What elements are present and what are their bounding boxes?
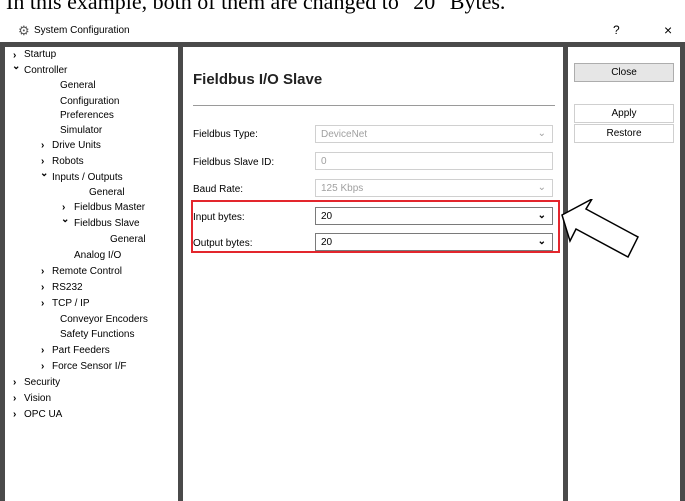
chevron-right-icon[interactable]: › [41,156,44,168]
close-window-button[interactable]: × [664,22,672,38]
callout-arrow-icon [561,199,639,259]
window-title: System Configuration [34,25,130,36]
tree-item-security[interactable]: Security [24,377,60,389]
fieldbus-type-label: Fieldbus Type: [193,129,258,140]
chevron-right-icon[interactable]: › [41,298,44,310]
help-button[interactable]: ? [613,23,620,37]
tree-item-part-feeders[interactable]: Part Feeders [52,345,110,357]
chevron-down-icon: ⌄ [537,128,546,139]
tree-item-conveyor-encoders[interactable]: Conveyor Encoders [60,314,148,326]
tree-item-simulator[interactable]: Simulator [60,125,102,137]
caption-text: In this example, both of them are change… [6,0,506,14]
tree-item-fieldbus-slave-general[interactable]: General [110,234,146,246]
close-button[interactable]: Close [574,63,674,82]
slave-id-field[interactable]: 0 [315,152,553,170]
baud-rate-select[interactable]: 125 Kbps ⌄ [315,179,553,197]
chevron-down-icon: ⌄ [537,182,546,193]
chevron-right-icon[interactable]: › [13,409,16,421]
button-panel: Close Apply Restore [568,47,680,501]
chevron-down-icon[interactable]: ⌄ [40,168,48,180]
chevron-right-icon[interactable]: › [41,140,44,152]
chevron-right-icon[interactable]: › [41,282,44,294]
tree-item-robots[interactable]: Robots [52,156,84,168]
tree-item-opc-ua[interactable]: OPC UA [24,409,62,421]
frame-right [680,42,685,501]
slave-id-value: 0 [321,156,327,167]
tree-item-vision[interactable]: Vision [24,393,51,405]
navigation-tree: › Startup ⌄ Controller General Configura… [5,47,178,501]
fieldbus-type-value: DeviceNet [321,129,368,140]
chevron-down-icon[interactable]: ⌄ [12,61,20,73]
tree-item-safety-functions[interactable]: Safety Functions [60,329,134,341]
tree-item-controller[interactable]: Controller [24,65,67,77]
baud-rate-value: 125 Kbps [321,183,364,194]
chevron-right-icon[interactable]: › [41,345,44,357]
title-bar: ⚙ System Configuration ? × [0,20,685,42]
tree-item-tcp-ip[interactable]: TCP / IP [52,298,90,310]
fieldbus-type-select[interactable]: DeviceNet ⌄ [315,125,553,143]
chevron-right-icon[interactable]: › [13,377,16,389]
tree-item-fieldbus-slave[interactable]: Fieldbus Slave [74,218,140,230]
tree-item-inputs-outputs[interactable]: Inputs / Outputs [52,172,123,184]
chevron-right-icon[interactable]: › [13,393,16,405]
divider [193,105,555,106]
tree-item-io-general[interactable]: General [89,187,125,199]
baud-rate-label: Baud Rate: [193,184,244,195]
page-title: Fieldbus I/O Slave [193,71,323,88]
tree-item-analog-io[interactable]: Analog I/O [74,250,121,262]
tree-item-preferences[interactable]: Preferences [60,110,114,122]
slave-id-label: Fieldbus Slave ID: [193,157,275,168]
tree-item-force-sensor[interactable]: Force Sensor I/F [52,361,126,373]
tree-item-rs232[interactable]: RS232 [52,282,83,294]
chevron-down-icon[interactable]: ⌄ [61,214,69,226]
chevron-right-icon[interactable]: › [41,361,44,373]
tree-item-fieldbus-master[interactable]: Fieldbus Master [74,202,145,214]
restore-button[interactable]: Restore [574,124,674,143]
gear-icon: ⚙ [18,23,30,38]
apply-button[interactable]: Apply [574,104,674,123]
tree-item-configuration[interactable]: Configuration [60,96,119,108]
highlight-box [191,200,560,253]
chevron-right-icon[interactable]: › [41,266,44,278]
settings-panel: Fieldbus I/O Slave Fieldbus Type: Device… [183,47,563,501]
tree-item-drive-units[interactable]: Drive Units [52,140,101,152]
tree-item-startup[interactable]: Startup [24,49,56,61]
tree-item-general[interactable]: General [60,80,96,92]
tree-item-remote-control[interactable]: Remote Control [52,266,122,278]
chevron-right-icon[interactable]: › [62,202,65,214]
